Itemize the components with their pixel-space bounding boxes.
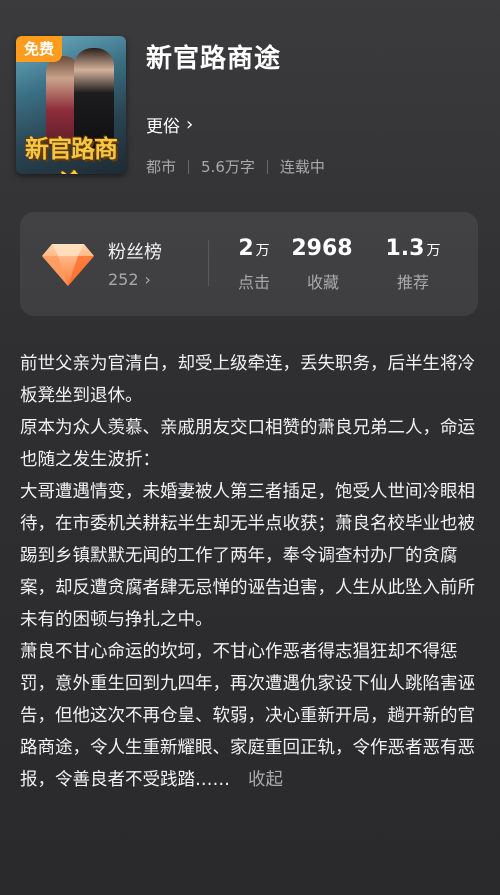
stats-divider [208,240,209,286]
stat-clicks: 2万 点击 [214,236,294,293]
description-paragraph: 大哥遭遇情变，未婚妻被人第三者插足，饱受人世间冷眼相待，在市委机关耕耘半生却无半… [20,482,475,630]
collapse-button[interactable]: 收起 [248,770,283,790]
diamond-icon [42,244,94,286]
stats-card: 粉丝榜 252 › 2万 点击 2968 收藏 1.3 万 推荐 [20,212,478,316]
description-paragraph: 萧良不甘心命运的坎坷，不甘心作恶者得志猖狂却不得惩罚，意外重生回到九四年，再次遭… [20,636,482,796]
stat-recommend-value: 1.3 [385,236,425,261]
book-status: 连载中 [279,158,325,176]
meta-divider [188,159,190,174]
fans-rank-link[interactable]: 252 › [108,270,151,289]
chevron-right-icon: › [144,270,151,289]
stat-clicks-label: 点击 [237,273,270,292]
book-category: 都市 [146,158,177,176]
chevron-right-icon: › [186,114,194,135]
fans-rank-count: 252 [108,270,139,289]
cover-title-art: 新官路商途 [25,135,118,174]
fans-rank-label: 粉丝榜 [108,242,162,263]
stat-recommend-label: 推荐 [396,273,429,292]
book-meta: 都市 5.6万字 连载中 [146,156,325,177]
book-description: 前世父亲为官清白，却受上级牵连，丢失职务，后半生将冷板凳坐到退休。 原本为众人羡… [20,348,482,796]
meta-divider [266,159,268,174]
description-text: 萧良不甘心命运的坎坷，不甘心作恶者得志猖狂却不得惩罚，意外重生回到九四年，再次遭… [20,642,475,790]
book-title: 新官路商途 [146,44,282,74]
stat-favorites-value: 2968 [291,236,353,261]
author-link[interactable]: 更俗 › [146,112,193,137]
stat-favorites: 2968 收藏 [283,236,363,293]
stat-recommend: 1.3 万 推荐 [373,236,453,293]
stat-clicks-value: 2 [238,236,254,261]
description-paragraph: 原本为众人羡慕、亲戚朋友交口相赞的萧良兄弟二人，命运也随之发生波折： [20,418,475,470]
book-word-count: 5.6万字 [201,158,255,176]
author-name: 更俗 [146,117,180,137]
stat-favorites-label: 收藏 [306,273,339,292]
stat-clicks-unit: 万 [255,243,270,259]
description-paragraph: 前世父亲为官清白，却受上级牵连，丢失职务，后半生将冷板凳坐到退休。 [20,354,475,406]
stat-recommend-unit: 万 [426,243,441,259]
free-badge: 免费 [16,36,62,62]
